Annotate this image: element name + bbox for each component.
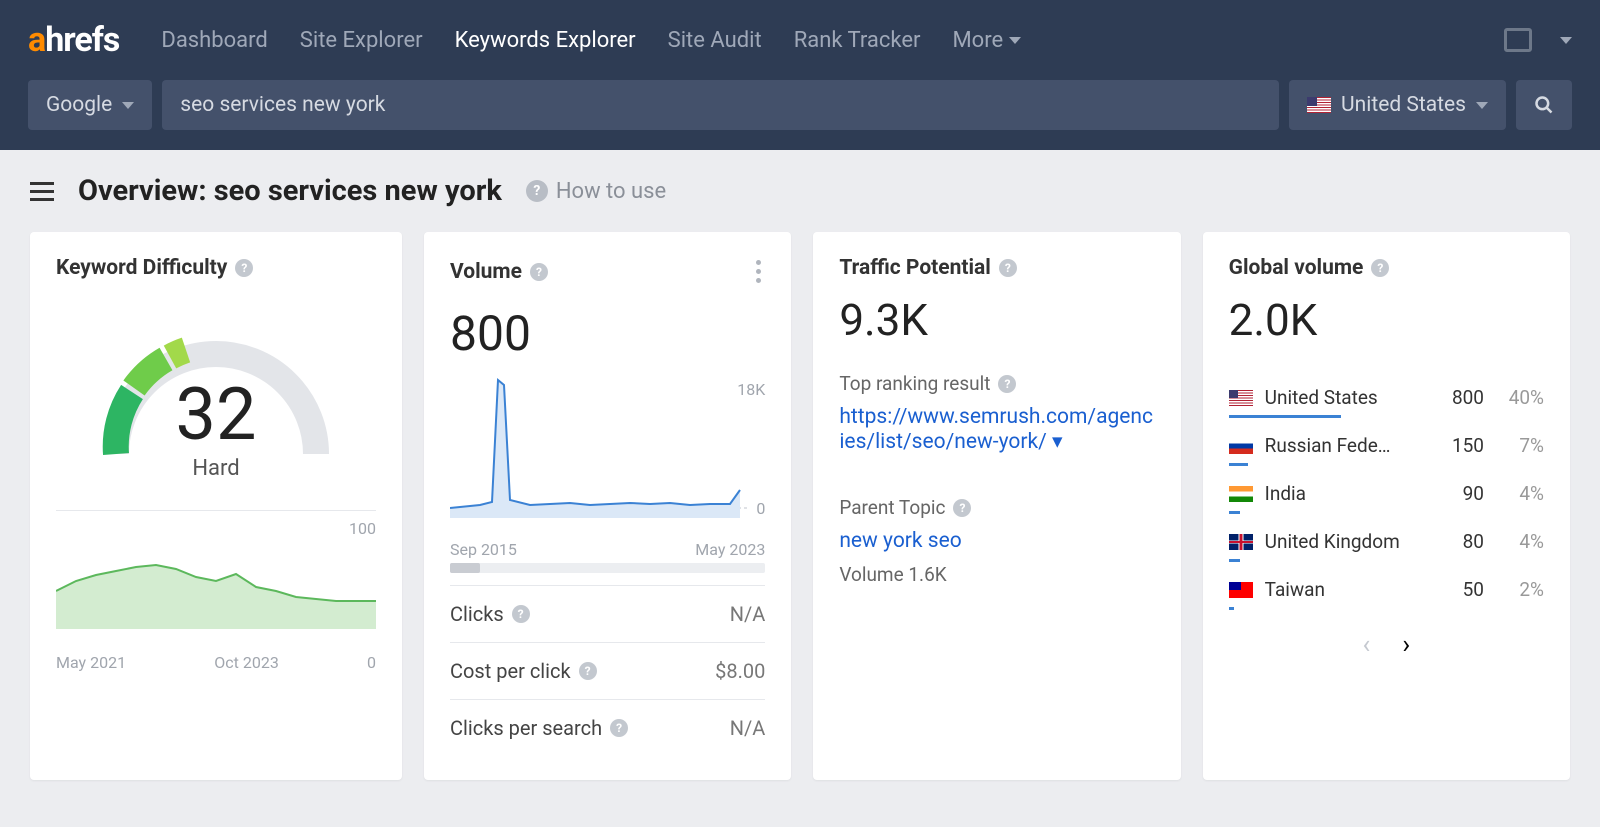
volume-chart-min: 0: [756, 499, 765, 518]
country-volume: 800: [1434, 386, 1484, 409]
flag-in-icon: [1229, 486, 1253, 502]
flag-us-icon: [1229, 390, 1253, 406]
country-percent: 4%: [1496, 530, 1544, 553]
parent-topic-volume: Volume 1.6K: [839, 563, 1154, 586]
cpc-row: Cost per click? $8.00: [450, 642, 765, 699]
country-volume: 90: [1434, 482, 1484, 505]
country-name: United States: [1265, 386, 1422, 409]
kd-trend-end: Oct 2023: [214, 653, 279, 672]
logo[interactable]: ahrefs: [28, 20, 119, 60]
nav-keywords-explorer[interactable]: Keywords Explorer: [455, 28, 636, 53]
volume-trend-chart: [450, 370, 750, 520]
main-nav: Dashboard Site Explorer Keywords Explore…: [161, 28, 1021, 53]
volume-card: Volume? 800 18K 0 Sep 2015 May 2023 Clic…: [424, 232, 791, 780]
country-name: India: [1265, 482, 1422, 505]
kd-trend-chart: [56, 519, 376, 629]
traffic-potential-value: 9.3K: [839, 294, 1154, 346]
help-icon: ?: [526, 180, 548, 202]
page-title: Overview: seo services new york: [78, 174, 502, 208]
country-bar: [1229, 463, 1249, 466]
kd-trend-start: May 2021: [56, 653, 126, 672]
volume-chart-max: 18K: [737, 380, 765, 399]
clicks-row: Clicks? N/A: [450, 585, 765, 642]
kd-value: 32: [176, 372, 257, 457]
global-volume-card: Global volume? 2.0K United States80040%R…: [1203, 232, 1570, 780]
global-volume-value: 2.0K: [1229, 294, 1544, 346]
country-selector[interactable]: United States: [1289, 80, 1506, 130]
nav-site-audit[interactable]: Site Audit: [668, 28, 762, 53]
help-icon[interactable]: ?: [953, 499, 971, 517]
country-bar: [1229, 415, 1341, 418]
display-icon[interactable]: [1504, 28, 1532, 52]
kd-trend-zero: 0: [367, 653, 376, 672]
country-row[interactable]: Taiwan 50 2%: [1229, 568, 1544, 616]
country-name: Taiwan: [1265, 578, 1422, 601]
country-percent: 40%: [1496, 386, 1544, 409]
search-engine-selector[interactable]: Google: [28, 80, 152, 130]
help-icon[interactable]: ?: [512, 605, 530, 623]
user-menu-caret-icon[interactable]: [1560, 37, 1572, 44]
country-row[interactable]: United States 800 40%: [1229, 376, 1544, 424]
nav-rank-tracker[interactable]: Rank Tracker: [794, 28, 921, 53]
search-button[interactable]: [1516, 80, 1572, 130]
country-volume: 50: [1434, 578, 1484, 601]
country-percent: 2%: [1496, 578, 1544, 601]
help-icon[interactable]: ?: [998, 375, 1016, 393]
help-icon[interactable]: ?: [530, 263, 548, 281]
next-page-button[interactable]: ›: [1402, 630, 1410, 660]
chevron-down-icon: [122, 102, 134, 109]
volume-chart-start: Sep 2015: [450, 540, 517, 559]
country-percent: 4%: [1496, 482, 1544, 505]
help-icon[interactable]: ?: [1371, 259, 1389, 277]
country-volume: 80: [1434, 530, 1484, 553]
country-row[interactable]: India 90 4%: [1229, 472, 1544, 520]
kd-trend-max: 100: [349, 519, 376, 538]
kd-label: Hard: [192, 456, 239, 481]
country-row[interactable]: United Kingdom 80 4%: [1229, 520, 1544, 568]
chevron-down-icon: ▾: [1052, 430, 1063, 454]
flag-uk-icon: [1229, 534, 1253, 550]
volume-value: 800: [450, 305, 765, 362]
volume-chart-end: May 2023: [695, 540, 765, 559]
country-percent: 7%: [1496, 434, 1544, 457]
nav-more[interactable]: More: [952, 28, 1021, 53]
country-row[interactable]: Russian Fede… 150 7%: [1229, 424, 1544, 472]
help-icon[interactable]: ?: [579, 662, 597, 680]
country-name: Russian Fede…: [1265, 434, 1422, 457]
parent-topic-link[interactable]: new york seo: [839, 529, 1154, 553]
top-ranking-url-link[interactable]: https://www.semrush.com/agencies/list/se…: [839, 405, 1154, 454]
prev-page-button[interactable]: ‹: [1363, 630, 1371, 660]
cps-row: Clicks per search? N/A: [450, 699, 765, 756]
volume-chart-scrollbar[interactable]: [450, 563, 765, 573]
nav-site-explorer[interactable]: Site Explorer: [300, 28, 423, 53]
nav-dashboard[interactable]: Dashboard: [161, 28, 267, 53]
more-options-icon[interactable]: [752, 256, 765, 287]
how-to-use-link[interactable]: ? How to use: [526, 179, 666, 204]
traffic-potential-card: Traffic Potential? 9.3K Top ranking resu…: [813, 232, 1180, 780]
chevron-down-icon: [1009, 37, 1021, 44]
help-icon[interactable]: ?: [235, 259, 253, 277]
keyword-difficulty-card: Keyword Difficulty? 32 Hard 100 May 2021…: [30, 232, 402, 780]
flag-ru-icon: [1229, 438, 1253, 454]
country-name: United Kingdom: [1265, 530, 1422, 553]
chevron-down-icon: [1476, 102, 1488, 109]
help-icon[interactable]: ?: [999, 259, 1017, 277]
flag-tw-icon: [1229, 582, 1253, 598]
country-bar: [1229, 559, 1240, 562]
country-volume: 150: [1434, 434, 1484, 457]
country-bar: [1229, 607, 1235, 610]
country-bar: [1229, 511, 1240, 514]
menu-toggle-icon[interactable]: [30, 182, 54, 201]
help-icon[interactable]: ?: [610, 719, 628, 737]
keyword-search-input[interactable]: seo services new york: [162, 80, 1279, 130]
flag-us-icon: [1307, 97, 1331, 113]
search-icon: [1534, 95, 1554, 115]
